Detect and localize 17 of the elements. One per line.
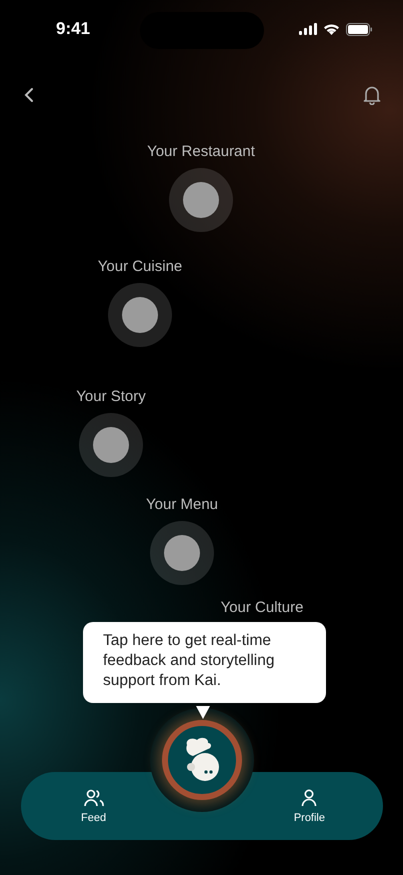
step-label: Your Story: [76, 388, 146, 406]
notification-bell-icon[interactable]: [363, 85, 381, 105]
battery-icon: [346, 22, 373, 36]
feed-tab[interactable]: Feed: [81, 788, 106, 824]
back-icon[interactable]: [24, 87, 34, 103]
person-icon: [301, 788, 318, 806]
tooltip: Tap here to get real-time feedback and storytelling support from Kai.: [83, 622, 326, 703]
signal-icon: [299, 23, 317, 35]
step-label: Your Menu: [146, 496, 218, 514]
step-label: Your Culture: [220, 599, 304, 617]
profile-tab[interactable]: Profile: [294, 788, 325, 824]
people-icon: [84, 788, 104, 806]
wifi-icon: [323, 23, 340, 35]
status-time: 9:41: [56, 19, 92, 39]
step-label: Your Cuisine: [98, 258, 182, 276]
step-label: Your Restaurant: [147, 143, 255, 161]
tooltip-pointer: [196, 706, 210, 719]
